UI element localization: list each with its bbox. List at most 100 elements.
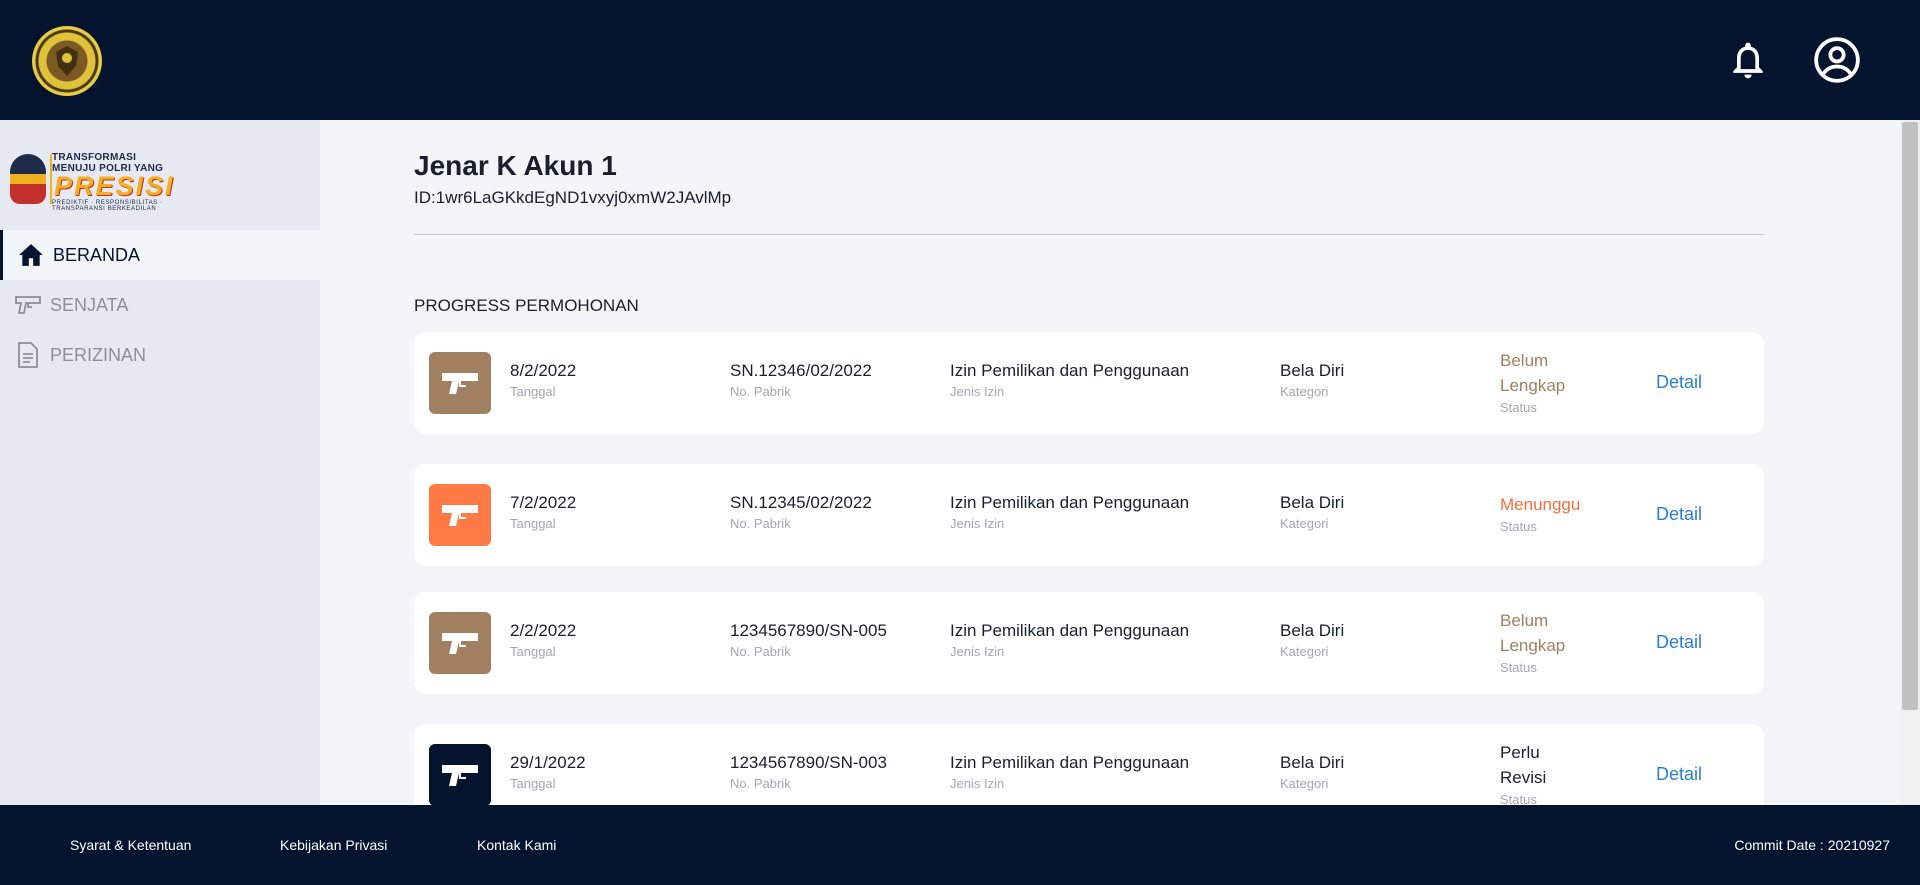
document-icon bbox=[14, 341, 42, 369]
serial-column: SN.12346/02/2022 No. Pabrik bbox=[730, 360, 872, 399]
date-column: 8/2/2022 Tanggal bbox=[510, 360, 576, 399]
type-label: Jenis Izin bbox=[950, 516, 1005, 531]
type-value: Izin Pemilikan dan Penggunaan bbox=[950, 361, 1190, 380]
detail-link[interactable]: Detail bbox=[1656, 632, 1702, 653]
gun-thumbnail-icon bbox=[429, 352, 491, 414]
serial-label: No. Pabrik bbox=[730, 516, 791, 531]
footer: Syarat & Ketentuan Kebijakan Privasi Kon… bbox=[0, 805, 1920, 885]
sidebar-item-label: PERIZINAN bbox=[50, 344, 147, 365]
sidebar-item-perizinan[interactable]: PERIZINAN bbox=[0, 330, 320, 380]
commit-date: Commit Date : 20210927 bbox=[1734, 837, 1890, 853]
status-value-line2: Lengkap bbox=[1500, 636, 1566, 655]
date-label: Tanggal bbox=[510, 516, 556, 531]
user-id: ID:1wr6LaGKkdEgND1vxyj0xmW2JAvlMp bbox=[414, 188, 732, 207]
date-value: 2/2/2022 bbox=[510, 621, 577, 640]
logo-tagline: PREDIKTIF · RESPONSIBILITAS · TRANSPARAN… bbox=[52, 200, 163, 212]
bell-icon[interactable] bbox=[1726, 38, 1770, 82]
status-value-line2: Lengkap bbox=[1500, 376, 1566, 395]
type-label: Jenis Izin bbox=[950, 776, 1005, 791]
date-label: Tanggal bbox=[510, 384, 556, 399]
date-label: Tanggal bbox=[510, 776, 556, 791]
type-column: Izin Pemilikan dan Penggunaan Jenis Izin bbox=[950, 492, 1189, 531]
status-value-line1: Perlu bbox=[1500, 743, 1540, 762]
serial-value: SN.12346/02/2022 bbox=[730, 361, 872, 380]
type-value: Izin Pemilikan dan Penggunaan bbox=[950, 753, 1190, 772]
sidebar-item-label: BERANDA bbox=[53, 244, 141, 265]
type-column: Izin Pemilikan dan Penggunaan Jenis Izin bbox=[950, 620, 1189, 659]
date-column: 2/2/2022 Tanggal bbox=[510, 620, 576, 659]
top-bar bbox=[0, 0, 1920, 120]
sidebar: TRANSFORMASI MENUJU POLRI YANG PRESISI P… bbox=[0, 120, 320, 805]
page-title: Jenar K Akun 1 bbox=[414, 150, 617, 181]
serial-value: SN.12345/02/2022 bbox=[730, 493, 872, 512]
status-value-line1: Belum bbox=[1500, 351, 1549, 370]
serial-column: SN.12345/02/2022 No. Pabrik bbox=[730, 492, 872, 531]
scrollbar-thumb[interactable] bbox=[1902, 122, 1918, 710]
serial-value: 1234567890/SN-005 bbox=[730, 621, 887, 640]
application-card: 7/2/2022 Tanggal SN.12345/02/2022 No. Pabri… bbox=[414, 464, 1764, 566]
category-value: Bela Diri bbox=[1280, 493, 1345, 512]
type-column: Izin Pemilikan dan Penggunaan Jenis Izin bbox=[950, 360, 1189, 399]
presisi-logo[interactable]: TRANSFORMASI MENUJU POLRI YANG PRESISI P… bbox=[10, 150, 200, 212]
type-label: Jenis Izin bbox=[950, 644, 1005, 659]
application-card: 2/2/2022 Tanggal 1234567890/SN-005 No. Pabr… bbox=[414, 592, 1764, 694]
section-title: PROGRESS PERMOHONAN bbox=[414, 296, 639, 315]
type-value: Izin Pemilikan dan Penggunaan bbox=[950, 621, 1190, 640]
serial-column: 1234567890/SN-003 No. Pabrik bbox=[730, 752, 887, 791]
divider bbox=[414, 234, 1764, 235]
category-label: Kategori bbox=[1280, 516, 1329, 531]
account-circle-icon[interactable] bbox=[1812, 35, 1862, 85]
police-emblem-icon[interactable] bbox=[32, 26, 102, 96]
type-label: Jenis Izin bbox=[950, 384, 1005, 399]
gun-thumbnail-icon bbox=[429, 744, 491, 805]
gun-thumbnail-icon bbox=[429, 612, 491, 674]
category-column: Bela Diri Kategori bbox=[1280, 620, 1344, 659]
date-column: 7/2/2022 Tanggal bbox=[510, 492, 576, 531]
serial-label: No. Pabrik bbox=[730, 384, 791, 399]
privacy-link[interactable]: Kebijakan Privasi bbox=[280, 837, 387, 853]
gun-thumbnail-icon bbox=[429, 484, 491, 546]
status-value-line1: Menunggu bbox=[1500, 495, 1581, 514]
terms-link[interactable]: Syarat & Ketentuan bbox=[70, 837, 191, 853]
category-label: Kategori bbox=[1280, 384, 1329, 399]
category-value: Bela Diri bbox=[1280, 361, 1345, 380]
date-value: 8/2/2022 bbox=[510, 361, 577, 380]
detail-link[interactable]: Detail bbox=[1656, 372, 1702, 393]
status-label: Status bbox=[1500, 792, 1537, 805]
category-value: Bela Diri bbox=[1280, 753, 1345, 772]
date-value: 29/1/2022 bbox=[510, 753, 586, 772]
serial-label: No. Pabrik bbox=[730, 644, 791, 659]
category-column: Bela Diri Kategori bbox=[1280, 492, 1344, 531]
status-column: Menunggu Status bbox=[1500, 492, 1620, 534]
status-label: Status bbox=[1500, 519, 1537, 534]
sidebar-item-senjata[interactable]: SENJATA bbox=[0, 280, 320, 330]
application-card: 29/1/2022 Tanggal 1234567890/SN-003 No. Pab… bbox=[414, 724, 1764, 805]
status-column: Belum Lengkap Status bbox=[1500, 348, 1620, 415]
type-column: Izin Pemilikan dan Penggunaan Jenis Izin bbox=[950, 752, 1189, 791]
date-label: Tanggal bbox=[510, 644, 556, 659]
status-label: Status bbox=[1500, 660, 1537, 675]
gun-icon bbox=[14, 291, 42, 319]
category-column: Bela Diri Kategori bbox=[1280, 752, 1344, 791]
contact-link[interactable]: Kontak Kami bbox=[477, 837, 556, 853]
type-value: Izin Pemilikan dan Penggunaan bbox=[950, 493, 1190, 512]
category-value: Bela Diri bbox=[1280, 621, 1345, 640]
serial-label: No. Pabrik bbox=[730, 776, 791, 791]
home-icon bbox=[17, 241, 45, 269]
category-label: Kategori bbox=[1280, 776, 1329, 791]
detail-link[interactable]: Detail bbox=[1656, 764, 1702, 785]
logo-line1: TRANSFORMASI bbox=[52, 152, 137, 163]
category-column: Bela Diri Kategori bbox=[1280, 360, 1344, 399]
sidebar-item-label: SENJATA bbox=[50, 294, 129, 315]
category-label: Kategori bbox=[1280, 644, 1329, 659]
status-value-line2: Revisi bbox=[1500, 768, 1547, 787]
detail-link[interactable]: Detail bbox=[1656, 504, 1702, 525]
status-column: Belum Lengkap Status bbox=[1500, 608, 1620, 675]
application-card: 8/2/2022 Tanggal SN.12346/02/2022 No. Pabri… bbox=[414, 332, 1764, 434]
logo-wordmark: PRESISI bbox=[54, 171, 175, 201]
main-content: Jenar K Akun 1 ID:1wr6LaGKkdEgND1vxyj0xm… bbox=[320, 120, 1900, 805]
sidebar-item-beranda[interactable]: BERANDA bbox=[0, 230, 320, 280]
serial-column: 1234567890/SN-005 No. Pabrik bbox=[730, 620, 887, 659]
status-label: Status bbox=[1500, 400, 1537, 415]
police-mascot-icon bbox=[10, 154, 46, 204]
